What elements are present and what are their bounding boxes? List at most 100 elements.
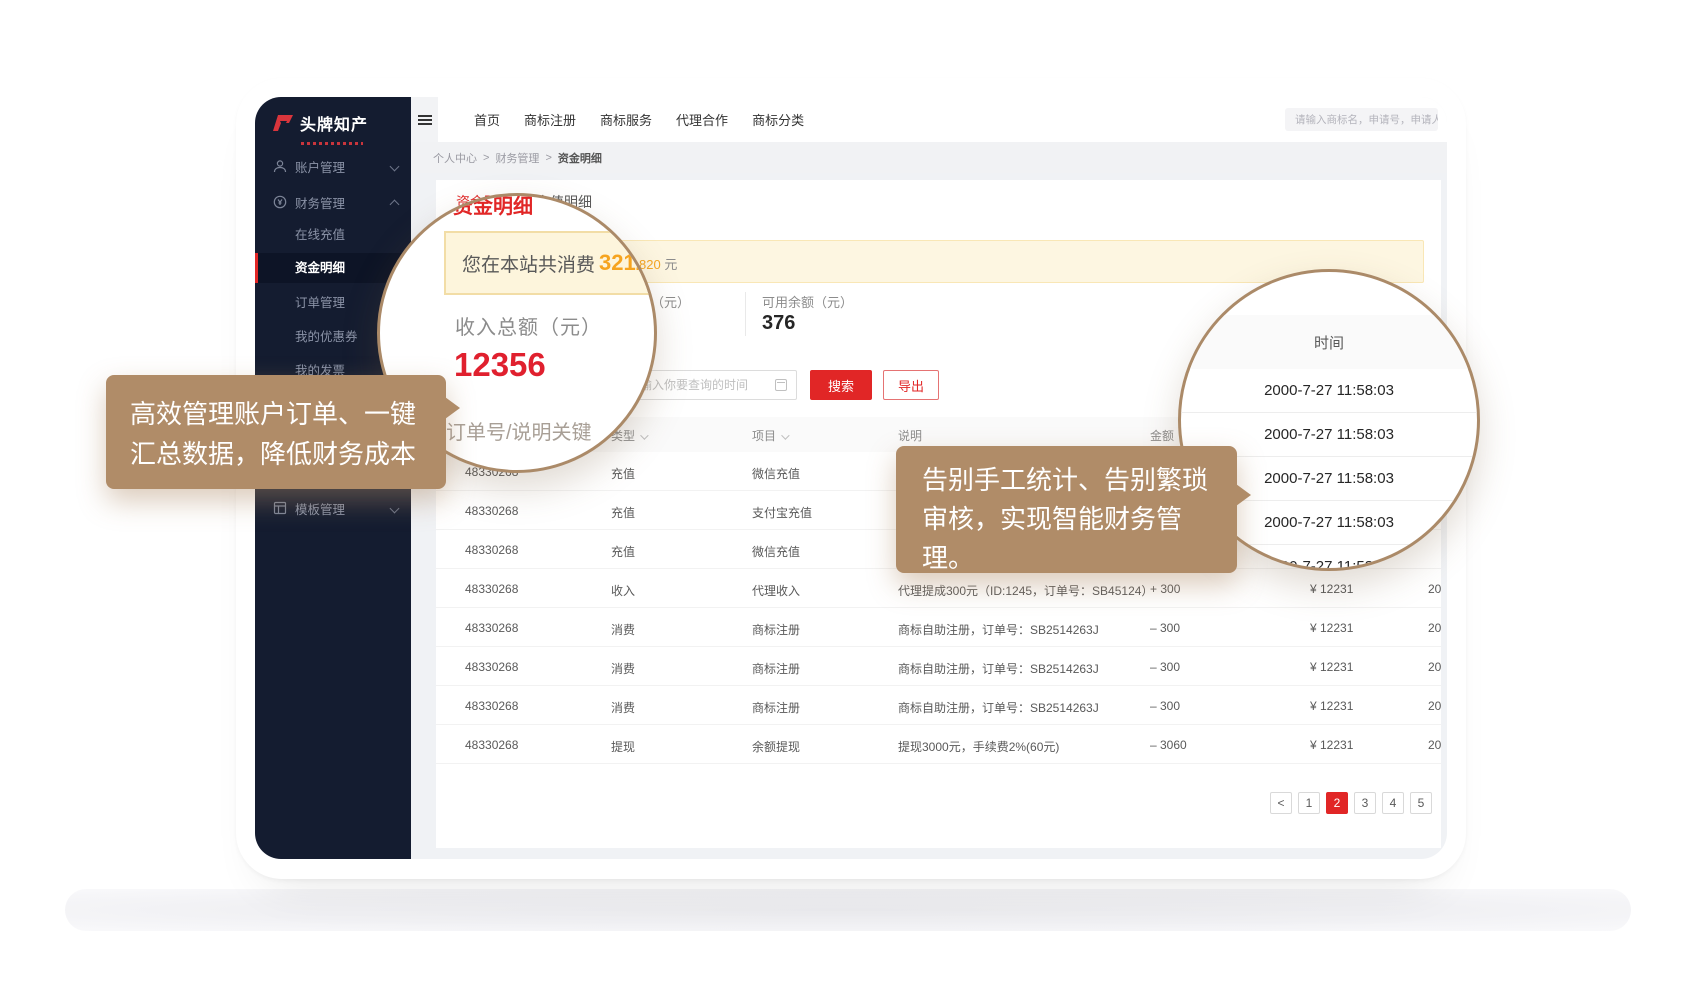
magnified-income-label: 收入总额（元） — [455, 311, 602, 340]
sort-caret-icon — [640, 431, 648, 439]
cell-project: 支付宝充值 — [752, 504, 812, 521]
finance-icon — [273, 195, 287, 209]
cell-desc: 商标自助注册，订单号：SB2514263J — [898, 660, 1099, 677]
nav-item-trademark-category[interactable]: 商标分类 — [752, 110, 804, 129]
chevron-up-icon — [390, 199, 400, 209]
magnified-income-value: 12356 — [454, 346, 546, 384]
cell-type: 消费 — [611, 660, 635, 677]
stat-balance-label: 可用余额（元） — [762, 292, 853, 311]
sidebar-item-label: 账户管理 — [295, 157, 345, 176]
export-button[interactable]: 导出 — [883, 370, 939, 400]
cell-time: 2000-7-27 11:58:03 — [1428, 660, 1441, 674]
cell-amount: + 300 — [1150, 582, 1180, 596]
pagination: < 1 2 3 4 5 — [1270, 792, 1432, 814]
pagination-page-2-active[interactable]: 2 — [1326, 792, 1348, 814]
template-icon — [273, 501, 287, 515]
cell-type: 消费 — [611, 699, 635, 716]
breadcrumb-item[interactable]: 财务管理 — [495, 150, 539, 166]
stat-divider — [745, 292, 746, 336]
cell-project: 商标注册 — [752, 621, 800, 638]
magnified-banner: 您在本站共消费 32124 大 — [444, 231, 657, 295]
cell-project: 商标注册 — [752, 699, 800, 716]
menu-toggle[interactable] — [411, 97, 438, 142]
cell-order: 48330268 — [465, 660, 518, 674]
logo-subtext — [301, 142, 363, 145]
cell-order: 48330268 — [465, 582, 518, 596]
cell-desc: 代理提成300元（ID:1245，订单号：SB45124） — [898, 582, 1153, 599]
cell-type: 收入 — [611, 582, 635, 599]
cell-project: 代理收入 — [752, 582, 800, 599]
cell-time: 2000-7-27 11:58:03 — [1428, 699, 1441, 713]
callout-left-line2: 汇总数据，降低财务成本 — [130, 434, 422, 474]
logo-text: 头牌知产 — [300, 111, 368, 135]
callout-right-line3: 理。 — [922, 539, 1211, 578]
breadcrumb-item[interactable]: 个人中心 — [433, 150, 477, 166]
cell-balance: ¥ 12231 — [1310, 738, 1353, 752]
cell-balance: ¥ 12231 — [1310, 699, 1353, 713]
cell-amount: – 300 — [1150, 660, 1180, 674]
header-desc: 说明 — [898, 427, 922, 444]
trademark-search-input[interactable] — [1285, 108, 1438, 131]
hamburger-icon — [418, 115, 432, 125]
nav-item-trademark-service[interactable]: 商标服务 — [600, 110, 652, 129]
cell-desc: 提现3000元，手续费2%(60元) — [898, 738, 1059, 755]
cell-time: 2000-7-27 11:58:03 — [1428, 738, 1441, 752]
breadcrumb: 个人中心 > 财务管理 > 资金明细 — [411, 142, 1447, 173]
cell-project: 微信充值 — [752, 465, 800, 482]
cell-project: 商标注册 — [752, 660, 800, 677]
cell-type: 提现 — [611, 738, 635, 755]
nav-item-trademark-register[interactable]: 商标注册 — [524, 110, 576, 129]
cell-type: 充值 — [611, 504, 635, 521]
calendar-icon[interactable] — [775, 379, 787, 391]
cell-order: 48330268 — [465, 699, 518, 713]
sidebar-item-template[interactable]: 模板管理 — [255, 493, 411, 523]
callout-right: 告别手工统计、告别繁琐 审核，实现智能财务管 理。 — [896, 446, 1237, 573]
cell-project: 余额提现 — [752, 738, 800, 755]
table-row: 48330268 消费 商标注册 商标自助注册，订单号：SB2514263J –… — [436, 647, 1441, 686]
magnified-column-header: 订单号/说明关键 — [446, 416, 592, 445]
chevron-down-icon — [390, 161, 400, 171]
sidebar-item-label: 模板管理 — [295, 499, 345, 518]
pagination-page-4[interactable]: 4 — [1382, 792, 1404, 814]
logo[interactable]: 头牌知产 — [272, 111, 368, 135]
cell-project: 微信充值 — [752, 543, 800, 560]
sidebar-item-account[interactable]: 账户管理 — [255, 151, 411, 181]
laptop-base — [65, 889, 1631, 931]
table-row: 48330268 消费 商标注册 商标自助注册，订单号：SB2514263J –… — [436, 608, 1441, 647]
cell-balance: ¥ 12231 — [1310, 660, 1353, 674]
sidebar-item-online-recharge[interactable]: 在线充值 — [255, 220, 411, 250]
search-button[interactable]: 搜索 — [810, 370, 872, 400]
header-project[interactable]: 项目 — [752, 427, 787, 444]
nav-items: 首页 商标注册 商标服务 代理合作 商标分类 — [474, 110, 804, 129]
pagination-page-3[interactable]: 3 — [1354, 792, 1376, 814]
table-row: 48330268 提现 余额提现 提现3000元，手续费2%(60元) – 30… — [436, 725, 1441, 764]
callout-right-line1: 告别手工统计、告别繁琐 — [922, 461, 1211, 500]
sidebar-item-finance[interactable]: 财务管理 — [255, 187, 411, 217]
pagination-page-5[interactable]: 5 — [1410, 792, 1432, 814]
callout-right-line2: 审核，实现智能财务管 — [922, 500, 1211, 539]
cell-amount: – 3060 — [1150, 738, 1187, 752]
pagination-page-1[interactable]: 1 — [1298, 792, 1320, 814]
breadcrumb-separator: > — [483, 152, 489, 164]
marketing-screenshot: 头牌知产 账户管理 财务管理 在线充值 — [0, 0, 1696, 1002]
chevron-down-icon — [390, 503, 400, 513]
magnified-banner-value: 32124 — [599, 250, 657, 276]
cell-balance: ¥ 12231 — [1310, 621, 1353, 635]
breadcrumb-current: 资金明细 — [558, 150, 602, 166]
magnified-time-row: 2000-7-27 11:58:03 — [1181, 369, 1477, 413]
cell-type: 消费 — [611, 621, 635, 638]
header-amount: 金额 — [1150, 427, 1174, 444]
magnified-tab-fragment: 资金明细 — [453, 193, 533, 219]
cell-balance: ¥ 12231 — [1310, 582, 1353, 596]
nav-item-agency[interactable]: 代理合作 — [676, 110, 728, 129]
nav-item-home[interactable]: 首页 — [474, 110, 500, 129]
cell-time: 2000-7-27 11:58:03 — [1428, 621, 1441, 635]
cell-amount: – 300 — [1150, 621, 1180, 635]
magnified-banner-label: 您在本站共消费 — [462, 250, 595, 277]
cell-type: 充值 — [611, 465, 635, 482]
pagination-prev[interactable]: < — [1270, 792, 1292, 814]
sidebar-item-label: 财务管理 — [295, 193, 345, 212]
magnified-time-header: 时间 — [1181, 315, 1477, 369]
cell-type: 充值 — [611, 543, 635, 560]
cell-desc: 商标自助注册，订单号：SB2514263J — [898, 621, 1099, 638]
